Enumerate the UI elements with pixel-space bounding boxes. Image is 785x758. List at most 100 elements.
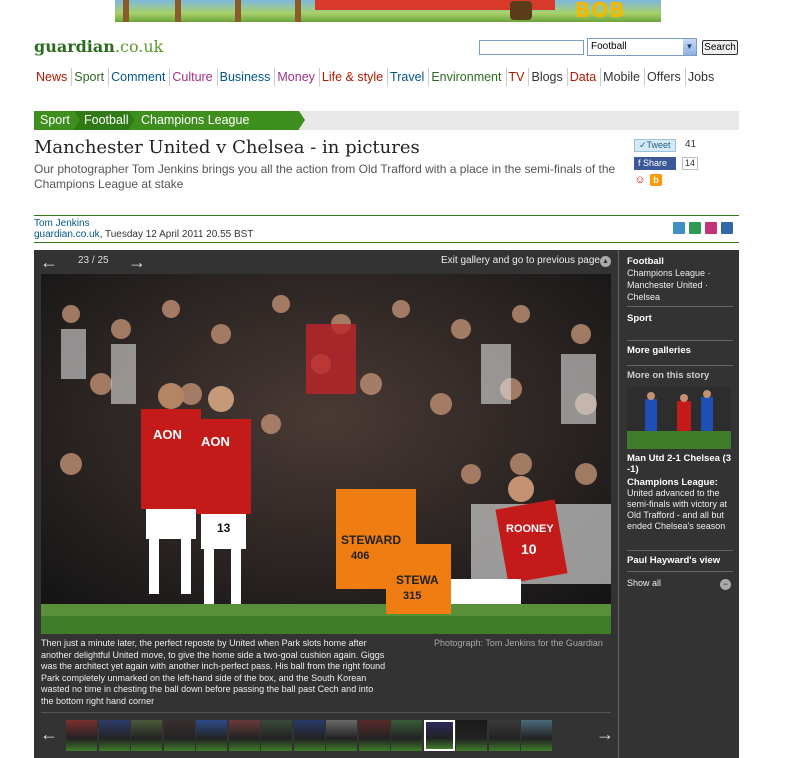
gallery-thumbnail[interactable] (391, 720, 422, 751)
shirt-number: 10 (521, 541, 537, 557)
gallery-thumbnail[interactable] (196, 720, 227, 751)
sidebar-divider (627, 571, 733, 572)
gallery-thumbnail[interactable] (423, 720, 455, 751)
publish-date: , Tuesday 12 April 2011 20.55 BST (99, 229, 254, 240)
dateline: guardian.co.uk, Tuesday 12 April 2011 20… (34, 229, 253, 240)
story-thumbnail[interactable] (627, 387, 731, 449)
ad-tree (295, 0, 301, 22)
sidebar-divider (627, 550, 733, 551)
sidebar-link-chelsea[interactable]: Chelsea (627, 292, 735, 303)
search-section-select[interactable]: Football ▼ (587, 38, 697, 56)
share-count: 14 (682, 157, 698, 170)
nav-item-jobs[interactable]: Jobs (688, 68, 718, 86)
thumbnails-next-icon[interactable]: → (596, 724, 614, 744)
steward-bib: STEWA (396, 573, 439, 587)
hayward-view-link[interactable]: Paul Hayward's view (627, 555, 720, 566)
steward-bib-number: 315 (403, 590, 421, 602)
sidebar-link-champions-league[interactable]: Champions League · (627, 268, 735, 279)
next-arrow-icon[interactable]: → (128, 252, 146, 272)
gallery-thumbnail[interactable] (456, 720, 487, 751)
photo-caption: Then just a minute later, the perfect re… (41, 638, 386, 706)
nav-item-environment[interactable]: Environment (431, 68, 507, 86)
nav-item-comment[interactable]: Comment (111, 68, 171, 86)
more-on-story-heading: More on this story (627, 370, 710, 381)
nav-item-blogs[interactable]: Blogs (531, 68, 568, 86)
story-title-line: Man Utd 2-1 Chelsea (3 (627, 453, 731, 464)
gallery-thumbnail[interactable] (66, 720, 97, 751)
print-icon[interactable] (721, 222, 733, 234)
tweet-label: Tweet (646, 140, 671, 150)
sidebar-link-sport[interactable]: Sport (627, 313, 652, 324)
email-icon[interactable] (673, 222, 685, 234)
buzz-icon[interactable]: b (650, 174, 662, 186)
tweet-button[interactable]: ✓Tweet (634, 139, 676, 152)
main-navigation: News Sport Comment Culture Business Money Life… (36, 68, 736, 86)
site-link[interactable]: guardian.co.uk (34, 229, 100, 240)
thumbnails-previous-icon[interactable]: ← (40, 724, 58, 744)
reddit-icon[interactable]: ☺ (634, 174, 646, 186)
show-all-link[interactable]: Show all (627, 578, 735, 589)
thumbnail-divider (41, 712, 611, 713)
photo-credit: Photograph: Tom Jenkins for the Guardian (434, 638, 603, 648)
site-logo[interactable]: guardian.co.uk (34, 37, 163, 56)
exit-icon[interactable]: ▲ (600, 256, 611, 267)
ad-tree (123, 0, 129, 22)
nav-item-data[interactable]: Data (570, 68, 602, 86)
facebook-share-button[interactable]: f Share (634, 157, 676, 170)
breadcrumb-champions-league[interactable]: Champions League (129, 111, 305, 130)
shirt-name: ROONEY (506, 523, 554, 535)
breadcrumb-football[interactable]: Football (74, 111, 135, 130)
sidebar-section-title[interactable]: Football (627, 256, 664, 267)
nav-item-travel[interactable]: Travel (390, 68, 430, 86)
gallery-thumbnail[interactable] (358, 720, 390, 751)
gallery-thumbnail[interactable] (488, 720, 520, 751)
breadcrumb: Champions League Football Sport (34, 111, 739, 130)
nav-item-offers[interactable]: Offers (647, 68, 686, 86)
nav-item-sport[interactable]: Sport (74, 68, 110, 86)
sidebar-divider (627, 365, 733, 366)
shirt-sponsor: AON (153, 427, 182, 442)
gallery-photo[interactable]: AON AON 13 STEWARD 406 STEWA 315 ROONEY … (41, 274, 611, 634)
logo-tld: .co.uk (114, 37, 164, 56)
author-link[interactable]: Tom Jenkins (34, 218, 90, 229)
gallery-thumbnail[interactable] (521, 720, 552, 751)
gallery-thumbnail[interactable] (131, 720, 162, 751)
breadcrumb-sport[interactable]: Sport (34, 111, 80, 130)
gallery-sidebar: Football Champions League · Manchester U… (618, 250, 739, 758)
chevron-down-icon[interactable]: ▼ (683, 39, 696, 55)
search-select-value: Football (591, 41, 627, 52)
search-input[interactable] (479, 40, 584, 55)
share-icon[interactable] (689, 222, 701, 234)
previous-arrow-icon[interactable]: ← (40, 252, 58, 272)
story-thumbnail-illustration (627, 387, 731, 449)
nav-item-culture[interactable]: Culture (172, 68, 218, 86)
sidebar-link-manchester-united[interactable]: Manchester United · (627, 280, 735, 291)
ad-banner[interactable]: BOB (115, 0, 661, 22)
gallery-thumbnail[interactable] (261, 720, 292, 751)
nav-item-life-style[interactable]: Life & style (322, 68, 389, 86)
nav-item-mobile[interactable]: Mobile (603, 68, 645, 86)
gallery-thumbnail[interactable] (98, 720, 130, 751)
ad-text: BOB (575, 0, 626, 22)
clip-icon[interactable] (705, 222, 717, 234)
exit-gallery-link[interactable]: Exit gallery and go to previous page (441, 255, 600, 266)
nav-item-business[interactable]: Business (220, 68, 276, 86)
picture-gallery: ← 23 / 25 → Exit gallery and go to previ… (34, 250, 739, 758)
gallery-thumbnail[interactable] (228, 720, 260, 751)
gallery-thumbnail[interactable] (293, 720, 325, 751)
nav-item-news[interactable]: News (36, 68, 73, 86)
logo-name: guardian (34, 37, 115, 56)
gallery-counter: 23 / 25 (78, 255, 109, 266)
nav-item-tv[interactable]: TV (509, 68, 530, 86)
more-galleries-link[interactable]: More galleries (627, 345, 691, 356)
sidebar-divider (627, 340, 733, 341)
story-summary: United advanced to the semi-finals with … (627, 488, 728, 531)
sidebar-divider (627, 306, 733, 307)
nav-item-money[interactable]: Money (277, 68, 320, 86)
story-title-link[interactable]: Man Utd 2-1 Chelsea (3 -1) (627, 453, 735, 475)
gallery-thumbnail[interactable] (163, 720, 195, 751)
search-button[interactable]: Search (702, 40, 738, 55)
show-all-icon[interactable]: − (720, 579, 731, 590)
shirt-sponsor: AON (201, 434, 230, 449)
gallery-thumbnail[interactable] (326, 720, 357, 751)
